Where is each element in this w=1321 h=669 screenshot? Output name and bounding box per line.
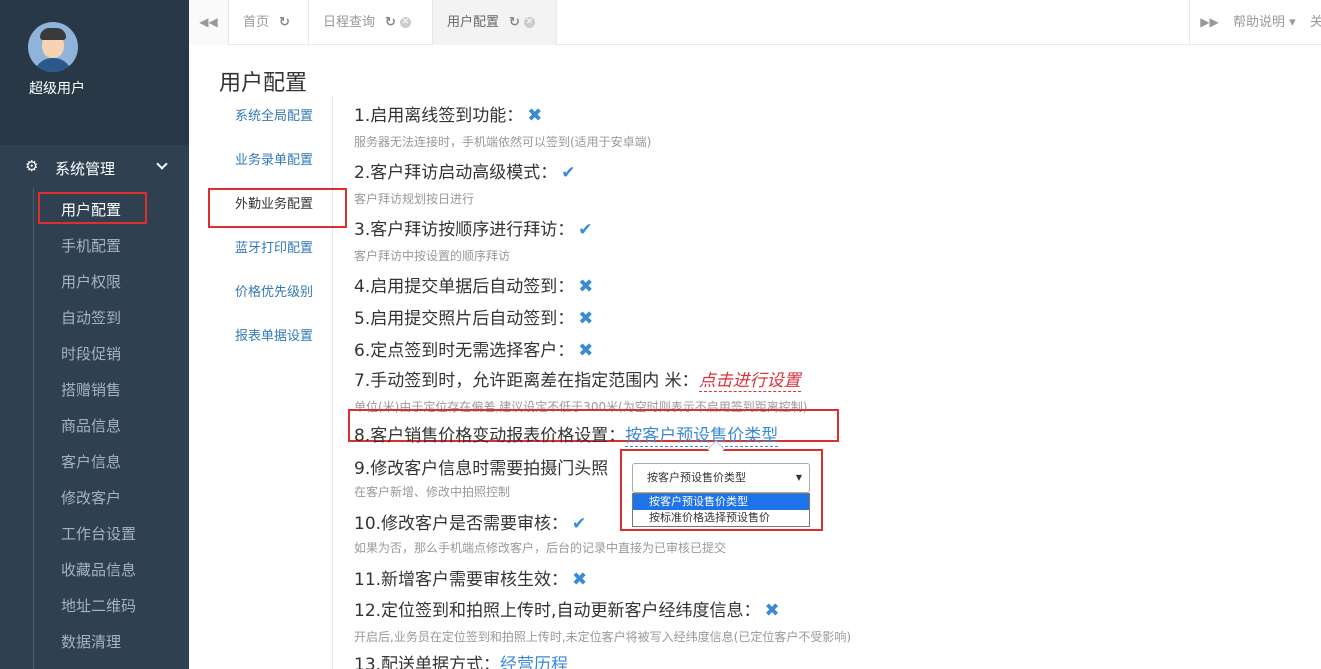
toggle-off-icon[interactable]: ✖ xyxy=(572,569,587,590)
setting-update-coordinates: 12.定位签到和拍照上传时,自动更新客户经纬度信息： ✖ xyxy=(354,600,780,621)
sidebar-item-auto-checkin[interactable]: 自动签到 xyxy=(0,300,189,336)
sidebar-item-collectibles[interactable]: 收藏品信息 xyxy=(0,552,189,588)
tab-home[interactable]: 首页 ↻ xyxy=(229,0,309,45)
sidebar-item-product-info[interactable]: 商品信息 xyxy=(0,408,189,444)
setting-storefront-photo: 9.修改客户信息时需要拍摄门头照 xyxy=(354,459,609,479)
sidebar-item-customer-info[interactable]: 客户信息 xyxy=(0,444,189,480)
subnav-item-report-settings[interactable]: 报表单据设置 xyxy=(207,315,332,359)
tab-label: 用户配置 xyxy=(447,15,500,30)
close-icon[interactable]: ✕ xyxy=(523,17,535,28)
setting-fixed-point-checkin: 6.定点签到时无需选择客户： ✖ xyxy=(354,340,594,361)
option-item[interactable]: 按客户预设售价类型 xyxy=(633,494,809,510)
price-type-select[interactable]: 按客户预设售价类型 ▼ xyxy=(632,463,810,493)
setting-edit-customer-audit: 10.修改客户是否需要审核： ✔ xyxy=(354,514,587,534)
refresh-icon[interactable]: ↻ xyxy=(279,15,290,30)
profile-panel: 超级用户 xyxy=(0,0,189,145)
subnav-item-order-entry[interactable]: 业务录单配置 xyxy=(207,139,332,183)
caret-down-icon: ▼ xyxy=(795,473,802,482)
setting-visit-order: 3.客户拜访按顺序进行拜访： ✔ xyxy=(354,220,593,240)
username[interactable]: 超级用户 xyxy=(29,78,85,98)
close-tabs-button[interactable]: 关 xyxy=(1310,0,1321,45)
toggle-off-icon[interactable]: ✖ xyxy=(578,340,593,361)
sidebar-item-data-cleanup[interactable]: 数据清理 xyxy=(0,624,189,660)
toggle-off-icon[interactable]: ✖ xyxy=(578,308,593,329)
setting-advanced-visit: 2.客户拜访启动高级模式： ✔ xyxy=(354,163,576,183)
toggle-off-icon[interactable]: ✖ xyxy=(764,600,779,621)
delivery-method-value[interactable]: 经营历程 xyxy=(500,655,569,669)
toggle-on-icon[interactable]: ✔ xyxy=(578,220,592,240)
subnav-item-price-priority[interactable]: 价格优先级别 xyxy=(207,271,332,315)
highlight-box xyxy=(208,188,347,228)
setting-hint: 客户拜访中按设置的顺序拜访 xyxy=(354,249,511,263)
highlight-box xyxy=(38,192,147,224)
sidebar: 超级用户 ⚙ 系统管理 用户配置 手机配置 用户权限 自动签到 时段促销 搭赠销… xyxy=(0,0,189,669)
sidebar-item-user-permission[interactable]: 用户权限 xyxy=(0,264,189,300)
sidebar-item-time-promo[interactable]: 时段促销 xyxy=(0,336,189,372)
setting-offline-checkin: 1.启用离线签到功能： ✖ xyxy=(354,105,543,126)
avatar[interactable] xyxy=(28,22,78,72)
sidebar-item-address-qrcode[interactable]: 地址二维码 xyxy=(0,588,189,624)
page-title: 用户配置 xyxy=(219,71,308,96)
setting-hint: 服务器无法连接时，手机端依然可以签到(适用于安卓端) xyxy=(354,135,652,149)
sidebar-item-workbench[interactable]: 工作台设置 xyxy=(0,516,189,552)
price-type-value[interactable]: 按客户预设售价类型 xyxy=(625,426,779,447)
scroll-right-icon[interactable]: ▶▶ xyxy=(1189,0,1229,45)
close-icon[interactable]: ✕ xyxy=(399,17,411,28)
price-type-popup: 按客户预设售价类型 ▼ 按客户预设售价类型 按标准价格选择预设售价 xyxy=(620,440,823,531)
set-distance-link[interactable]: 点击进行设置 xyxy=(698,371,801,392)
gear-icon: ⚙ xyxy=(25,157,39,175)
subnav-item-field-business[interactable]: 外勤业务配置 xyxy=(207,183,347,228)
setting-delivery-method: 13.配送单据方式：经营历程 xyxy=(354,650,569,669)
help-dropdown[interactable]: 帮助说明 ▾ xyxy=(1233,0,1296,45)
setting-auto-checkin-doc: 4.启用提交单据后自动签到： ✖ xyxy=(354,276,594,297)
subnav-item-bluetooth-print[interactable]: 蓝牙打印配置 xyxy=(207,227,332,271)
setting-checkin-distance: 7.手动签到时，允许距离差在指定范围内 米：点击进行设置 xyxy=(354,371,801,392)
sidebar-item-phone-config[interactable]: 手机配置 xyxy=(0,228,189,264)
submenu: 用户配置 手机配置 用户权限 自动签到 时段促销 搭赠销售 商品信息 客户信息 … xyxy=(0,192,189,660)
menu-system-management[interactable]: ⚙ 系统管理 xyxy=(0,152,189,182)
tab-user-config[interactable]: 用户配置 ↻ ✕ xyxy=(433,0,557,45)
tab-bar: ◀◀ 首页 ↻ 日程查询 ↻ ✕ 用户配置 ↻ ✕ ▶▶ 帮助说明 ▾ 关 xyxy=(189,0,1321,45)
refresh-icon[interactable]: ↻ xyxy=(385,15,396,30)
tab-schedule[interactable]: 日程查询 ↻ ✕ xyxy=(309,0,433,45)
refresh-icon[interactable]: ↻ xyxy=(509,15,520,30)
setting-hint: 开启后,业务员在定位签到和拍照上传时,未定位客户将被写入经纬度信息(已定位客户不… xyxy=(354,630,851,644)
content-area: 用户配置 系统全局配置 业务录单配置 外勤业务配置 蓝牙打印配置 价格优先级别 … xyxy=(189,45,1321,669)
toggle-off-icon[interactable]: ✖ xyxy=(578,276,593,297)
subnav-item-global[interactable]: 系统全局配置 xyxy=(207,95,332,139)
sidebar-item-edit-customer[interactable]: 修改客户 xyxy=(0,480,189,516)
toggle-off-icon[interactable]: ✖ xyxy=(527,105,542,126)
option-item[interactable]: 按标准价格选择预设售价 xyxy=(633,510,809,526)
sidebar-item-gift-sales[interactable]: 搭赠销售 xyxy=(0,372,189,408)
setting-new-customer-audit: 11.新增客户需要审核生效： ✖ xyxy=(354,569,588,590)
tab-label: 首页 xyxy=(243,15,270,30)
price-type-options: 按客户预设售价类型 按标准价格选择预设售价 xyxy=(632,493,810,527)
setting-auto-checkin-photo: 5.启用提交照片后自动签到： ✖ xyxy=(354,308,594,329)
scroll-left-icon[interactable]: ◀◀ xyxy=(189,0,229,45)
chevron-down-icon xyxy=(156,158,168,170)
setting-hint: 如果为否，那么手机端点修改客户，后台的记录中直接为已审核已提交 xyxy=(354,541,727,555)
setting-hint: 在客户新增、修改中拍照控制 xyxy=(354,485,511,499)
sidebar-item-user-config[interactable]: 用户配置 xyxy=(0,192,189,228)
config-subnav: 系统全局配置 业务录单配置 外勤业务配置 蓝牙打印配置 价格优先级别 报表单据设… xyxy=(207,95,347,669)
toggle-on-icon[interactable]: ✔ xyxy=(572,514,586,534)
menu-head-label: 系统管理 xyxy=(55,160,116,178)
toggle-on-icon[interactable]: ✔ xyxy=(561,163,575,183)
tab-label: 日程查询 xyxy=(323,15,376,30)
setting-hint: 客户拜访规划按日进行 xyxy=(354,192,475,206)
